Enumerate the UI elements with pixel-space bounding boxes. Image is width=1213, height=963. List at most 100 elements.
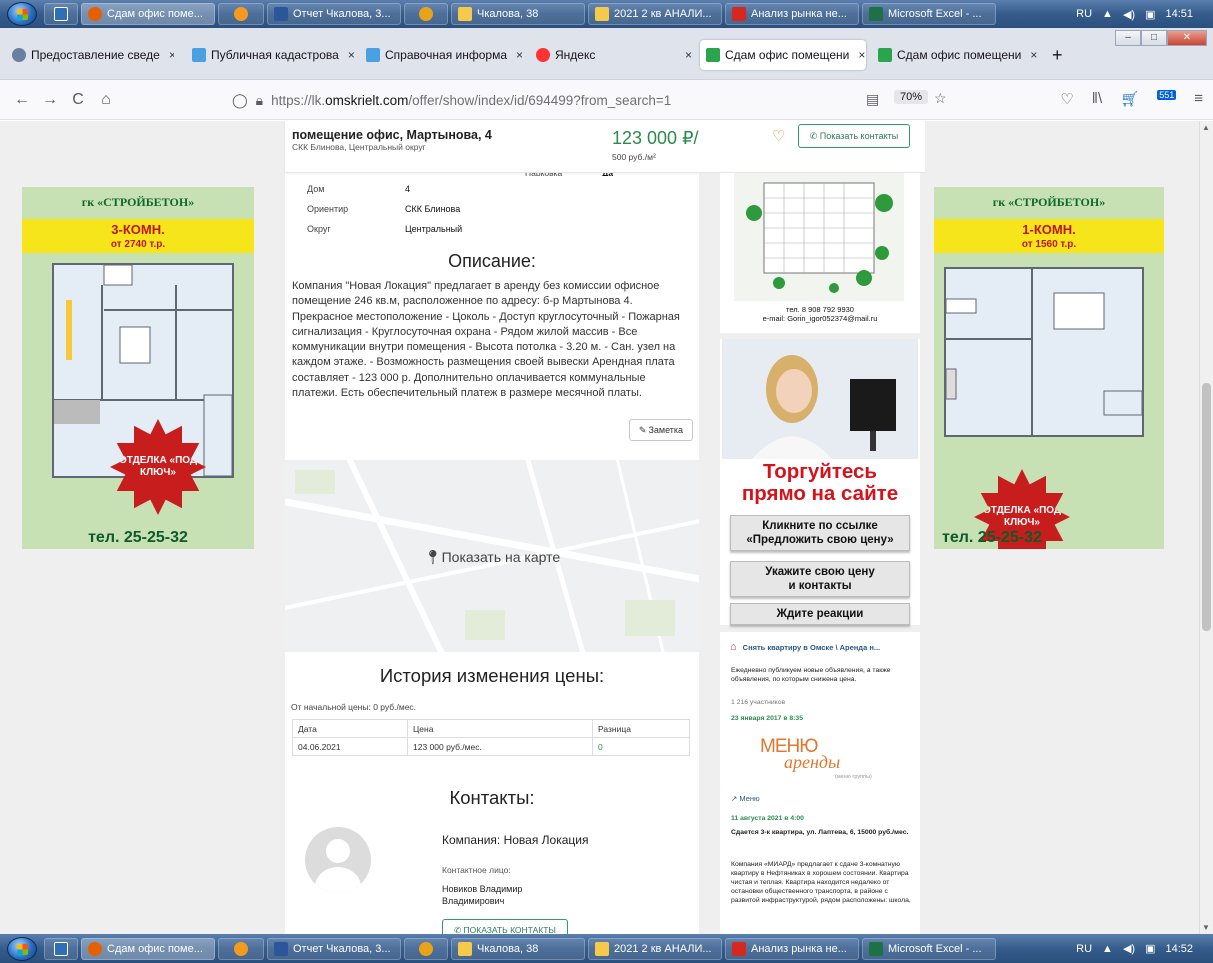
ad-land-plot[interactable]: тел. 8 908 792 9930 e-mail: Gorin_igor052…	[720, 173, 920, 333]
taskbar-item-browser[interactable]	[404, 3, 448, 25]
note-button[interactable]: ✎ Заметка	[629, 419, 693, 441]
plus-icon: +	[1052, 44, 1063, 65]
close-icon[interactable]: ×	[512, 48, 523, 62]
cart-icon[interactable]: 🛒︎	[1120, 90, 1139, 108]
language-indicator[interactable]: RU	[1076, 943, 1092, 955]
woman-at-computer-image	[722, 339, 918, 459]
taskbar-item-folder[interactable]: Чкалова, 38	[451, 3, 585, 25]
taskbar-item-pdf[interactable]: Анализ рынка не...	[725, 937, 859, 960]
property-row: Дом 4	[307, 180, 462, 198]
scrollbar-thumb[interactable]	[1202, 383, 1211, 631]
ad-step-2: Укажите свою цену и контакты	[730, 561, 910, 597]
taskbar-item-word[interactable]: Отчет Чкалова, 3...	[267, 3, 401, 25]
taskbar-item-folder[interactable]: Чкалова, 38	[451, 937, 585, 960]
url-bar[interactable]: ◯ 🔒︎ https://lk.omskrielt.com/offer/show…	[228, 85, 968, 115]
tray-arrow-icon[interactable]: ▲	[1102, 8, 1113, 20]
word-icon	[274, 941, 288, 956]
lock-icon[interactable]: 🔒︎	[256, 92, 263, 109]
show-contacts-button-bottom[interactable]: ✆ ПОКАЗАТЬ КОНТАКТЫ	[442, 919, 568, 934]
new-tab-button[interactable]: +	[1046, 42, 1070, 68]
taskbar-bottom: Сдам офис поме... Отчет Чкалова, 3... Чк…	[0, 934, 1213, 963]
map-placeholder[interactable]: 📍︎Показать на карте	[285, 460, 699, 652]
pocket-icon[interactable]: ♡	[1060, 90, 1073, 108]
taskbar-item-firefox[interactable]: Сдам офис поме...	[81, 937, 215, 960]
close-icon[interactable]: ×	[1026, 48, 1037, 62]
tab-label: Предоставление сведе	[31, 48, 160, 62]
taskbar-item-app[interactable]	[218, 937, 264, 960]
taskbar-item-folder-2[interactable]: 2021 2 кв АНАЛИ...	[588, 937, 722, 960]
tab-offer-active[interactable]: Сдам офис помещени ×	[700, 40, 866, 70]
home-button[interactable]: ⌂	[92, 91, 120, 109]
vk-menu-link[interactable]: ↗ Меню	[731, 794, 915, 803]
tray-arrow-icon[interactable]: ▲	[1102, 943, 1113, 955]
forward-button[interactable]: →	[36, 91, 64, 109]
page-content: гк «СТРОЙБЕТОН» 3-КОМН. от 2740 т.р. ОТДЕ…	[0, 121, 1199, 934]
reload-button[interactable]: C	[64, 91, 92, 109]
system-tray: RU ▲ ◀) ▣ 14:52	[1076, 942, 1213, 956]
app-icon	[234, 7, 248, 21]
shield-icon[interactable]: ◯	[232, 92, 248, 109]
clock[interactable]: 14:51	[1165, 8, 1193, 20]
maximize-button[interactable]: □	[1141, 30, 1167, 46]
taskbar-item-folder-2[interactable]: 2021 2 кв АНАЛИ...	[588, 3, 722, 25]
zoom-level[interactable]: 70%	[894, 90, 929, 104]
ad-photo	[722, 339, 918, 459]
page-scrollbar[interactable]: ▲ ▼	[1199, 121, 1213, 934]
reader-view-icon[interactable]: ▤	[866, 91, 879, 108]
close-icon[interactable]: ×	[165, 48, 174, 62]
close-window-button[interactable]: ✕	[1167, 30, 1207, 46]
taskbar-item-word[interactable]: Отчет Чкалова, 3...	[267, 937, 401, 960]
taskbar-item-label: Microsoft Excel - ...	[888, 8, 982, 20]
tab-spravochnaya[interactable]: Справочная информа ×	[360, 42, 528, 68]
start-button[interactable]	[0, 0, 44, 28]
property-value: 4	[405, 184, 411, 194]
property-value: Центральный	[405, 224, 463, 234]
taskbar-item-excel[interactable]: Microsoft Excel - ...	[862, 937, 996, 960]
show-desktop-button[interactable]	[44, 937, 78, 960]
tab-yandex[interactable]: Яндекс ×	[530, 42, 698, 68]
back-button[interactable]: ←	[8, 91, 36, 109]
clock[interactable]: 14:52	[1165, 943, 1193, 955]
start-button[interactable]	[0, 934, 44, 963]
menu-logo-caption: (меню группы)	[835, 774, 872, 780]
ad-banner-left[interactable]: гк «СТРОЙБЕТОН» 3-КОМН. от 2740 т.р. ОТДЕ…	[22, 187, 254, 549]
taskbar-item-browser[interactable]	[404, 937, 448, 960]
favorite-icon[interactable]: ♡	[772, 127, 785, 145]
network-icon[interactable]: ▣	[1145, 8, 1155, 21]
property-row: Округ Центральный	[307, 220, 462, 238]
volume-icon[interactable]: ◀)	[1123, 8, 1135, 21]
ad-banner-right[interactable]: гк «СТРОЙБЕТОН» 1-КОМН. от 1560 т.р. ОТДЕ…	[934, 187, 1164, 549]
vk-group-header[interactable]: ⌂ Снять квартиру в Омске \ Аренда н...	[730, 641, 880, 653]
tab-cadastre[interactable]: Публичная кадастрова ×	[186, 42, 354, 68]
show-desktop-button[interactable]	[44, 3, 78, 25]
volume-icon[interactable]: ◀)	[1123, 942, 1135, 955]
column-header: Дата	[292, 719, 408, 738]
show-map-link[interactable]: 📍︎Показать на карте	[285, 549, 699, 566]
ad-bargain[interactable]: Торгуйтесь прямо на сайте Кликните по ссы…	[720, 339, 920, 625]
tab-offer-2[interactable]: Сдам офис помещени ×	[872, 42, 1040, 68]
folder-icon	[595, 941, 609, 956]
bookmark-star-icon[interactable]: ☆	[934, 90, 947, 107]
taskbar-item-app[interactable]	[218, 3, 264, 25]
language-indicator[interactable]: RU	[1076, 8, 1092, 20]
vk-post-date: 23 января 2017 в 8:35	[731, 715, 803, 722]
extension-icon[interactable]: 551	[1157, 90, 1177, 108]
vk-group-name[interactable]: Снять квартиру в Омске \ Аренда н...	[743, 643, 880, 652]
show-contacts-button-top[interactable]: ✆ Показать контакты	[798, 124, 910, 148]
library-icon[interactable]: ‖\	[1092, 90, 1102, 108]
land-plot-phone: тел. 8 908 792 9930	[786, 305, 854, 314]
taskbar-item-excel[interactable]: Microsoft Excel - ...	[862, 3, 996, 25]
menu-icon[interactable]: ≡	[1194, 90, 1203, 108]
scroll-down-icon[interactable]: ▼	[1202, 923, 1210, 932]
network-icon[interactable]: ▣	[1145, 942, 1155, 955]
tab-label: Сдам офис помещени	[725, 48, 850, 62]
close-icon[interactable]: ×	[344, 48, 354, 62]
offer-price-per-m2: 500 руб./м²	[612, 152, 656, 162]
taskbar-item-pdf[interactable]: Анализ рынка не...	[725, 3, 859, 25]
tab-predostavlenie[interactable]: Предоставление сведе ×	[6, 42, 174, 68]
minimize-button[interactable]: –	[1115, 30, 1141, 46]
scroll-up-icon[interactable]: ▲	[1202, 123, 1210, 132]
close-icon[interactable]: ×	[854, 48, 865, 62]
taskbar-item-firefox[interactable]: Сдам офис поме...	[81, 3, 215, 25]
close-icon[interactable]: ×	[681, 48, 692, 62]
